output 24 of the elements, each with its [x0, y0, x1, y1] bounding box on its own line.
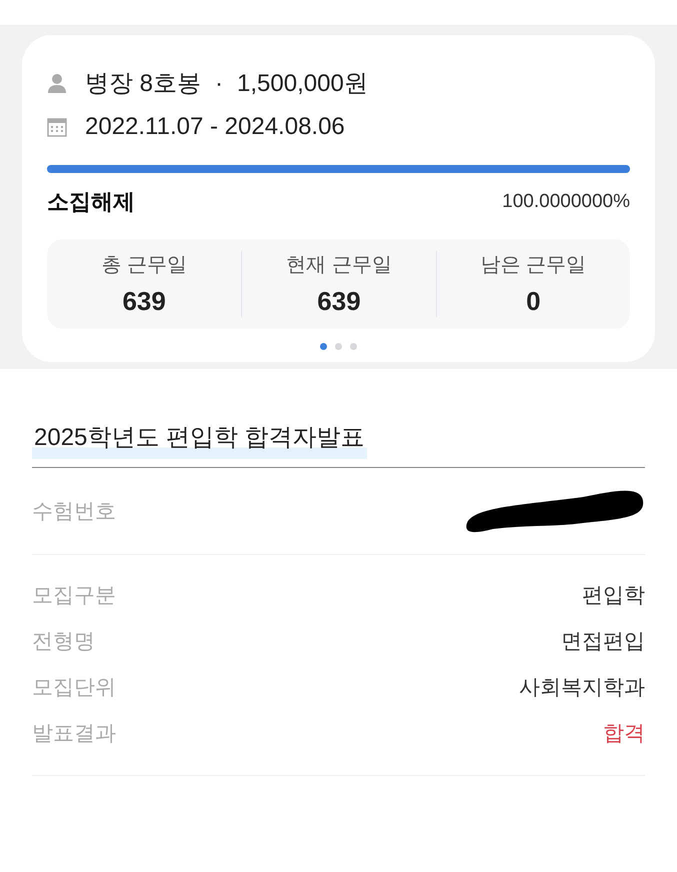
stat-value: 639: [317, 286, 361, 317]
stat-label: 현재 근무일: [286, 253, 392, 278]
calendar-icon: [47, 117, 67, 137]
field-label: 수험번호: [32, 499, 116, 525]
field-label: 전형명: [32, 629, 95, 655]
stat-label: 총 근무일: [101, 253, 187, 278]
field-label: 모집구분: [32, 583, 116, 609]
field-value: 면접편입: [561, 629, 645, 655]
field-value: 합격: [603, 721, 645, 747]
field-label: 모집단위: [32, 675, 116, 701]
stat-value: 639: [122, 286, 166, 317]
page-dot[interactable]: [350, 343, 357, 350]
progress-percent: 100.0000000%: [502, 191, 630, 213]
person-icon: [47, 73, 67, 93]
status-label: 소집해제: [47, 188, 135, 216]
rank-pay: 병장 8호봉 · 1,500,000원: [85, 69, 368, 99]
stat-value: 0: [526, 286, 541, 317]
page-dot[interactable]: [320, 343, 327, 350]
field-value: 편입학: [582, 583, 645, 609]
field-label: 발표결과: [32, 721, 116, 747]
stat-label: 남은 근무일: [480, 253, 586, 278]
service-period: 2022.11.07 - 2024.08.06: [85, 113, 345, 141]
field-value: 사회복지학과: [519, 675, 645, 701]
page-dot[interactable]: [335, 343, 342, 350]
